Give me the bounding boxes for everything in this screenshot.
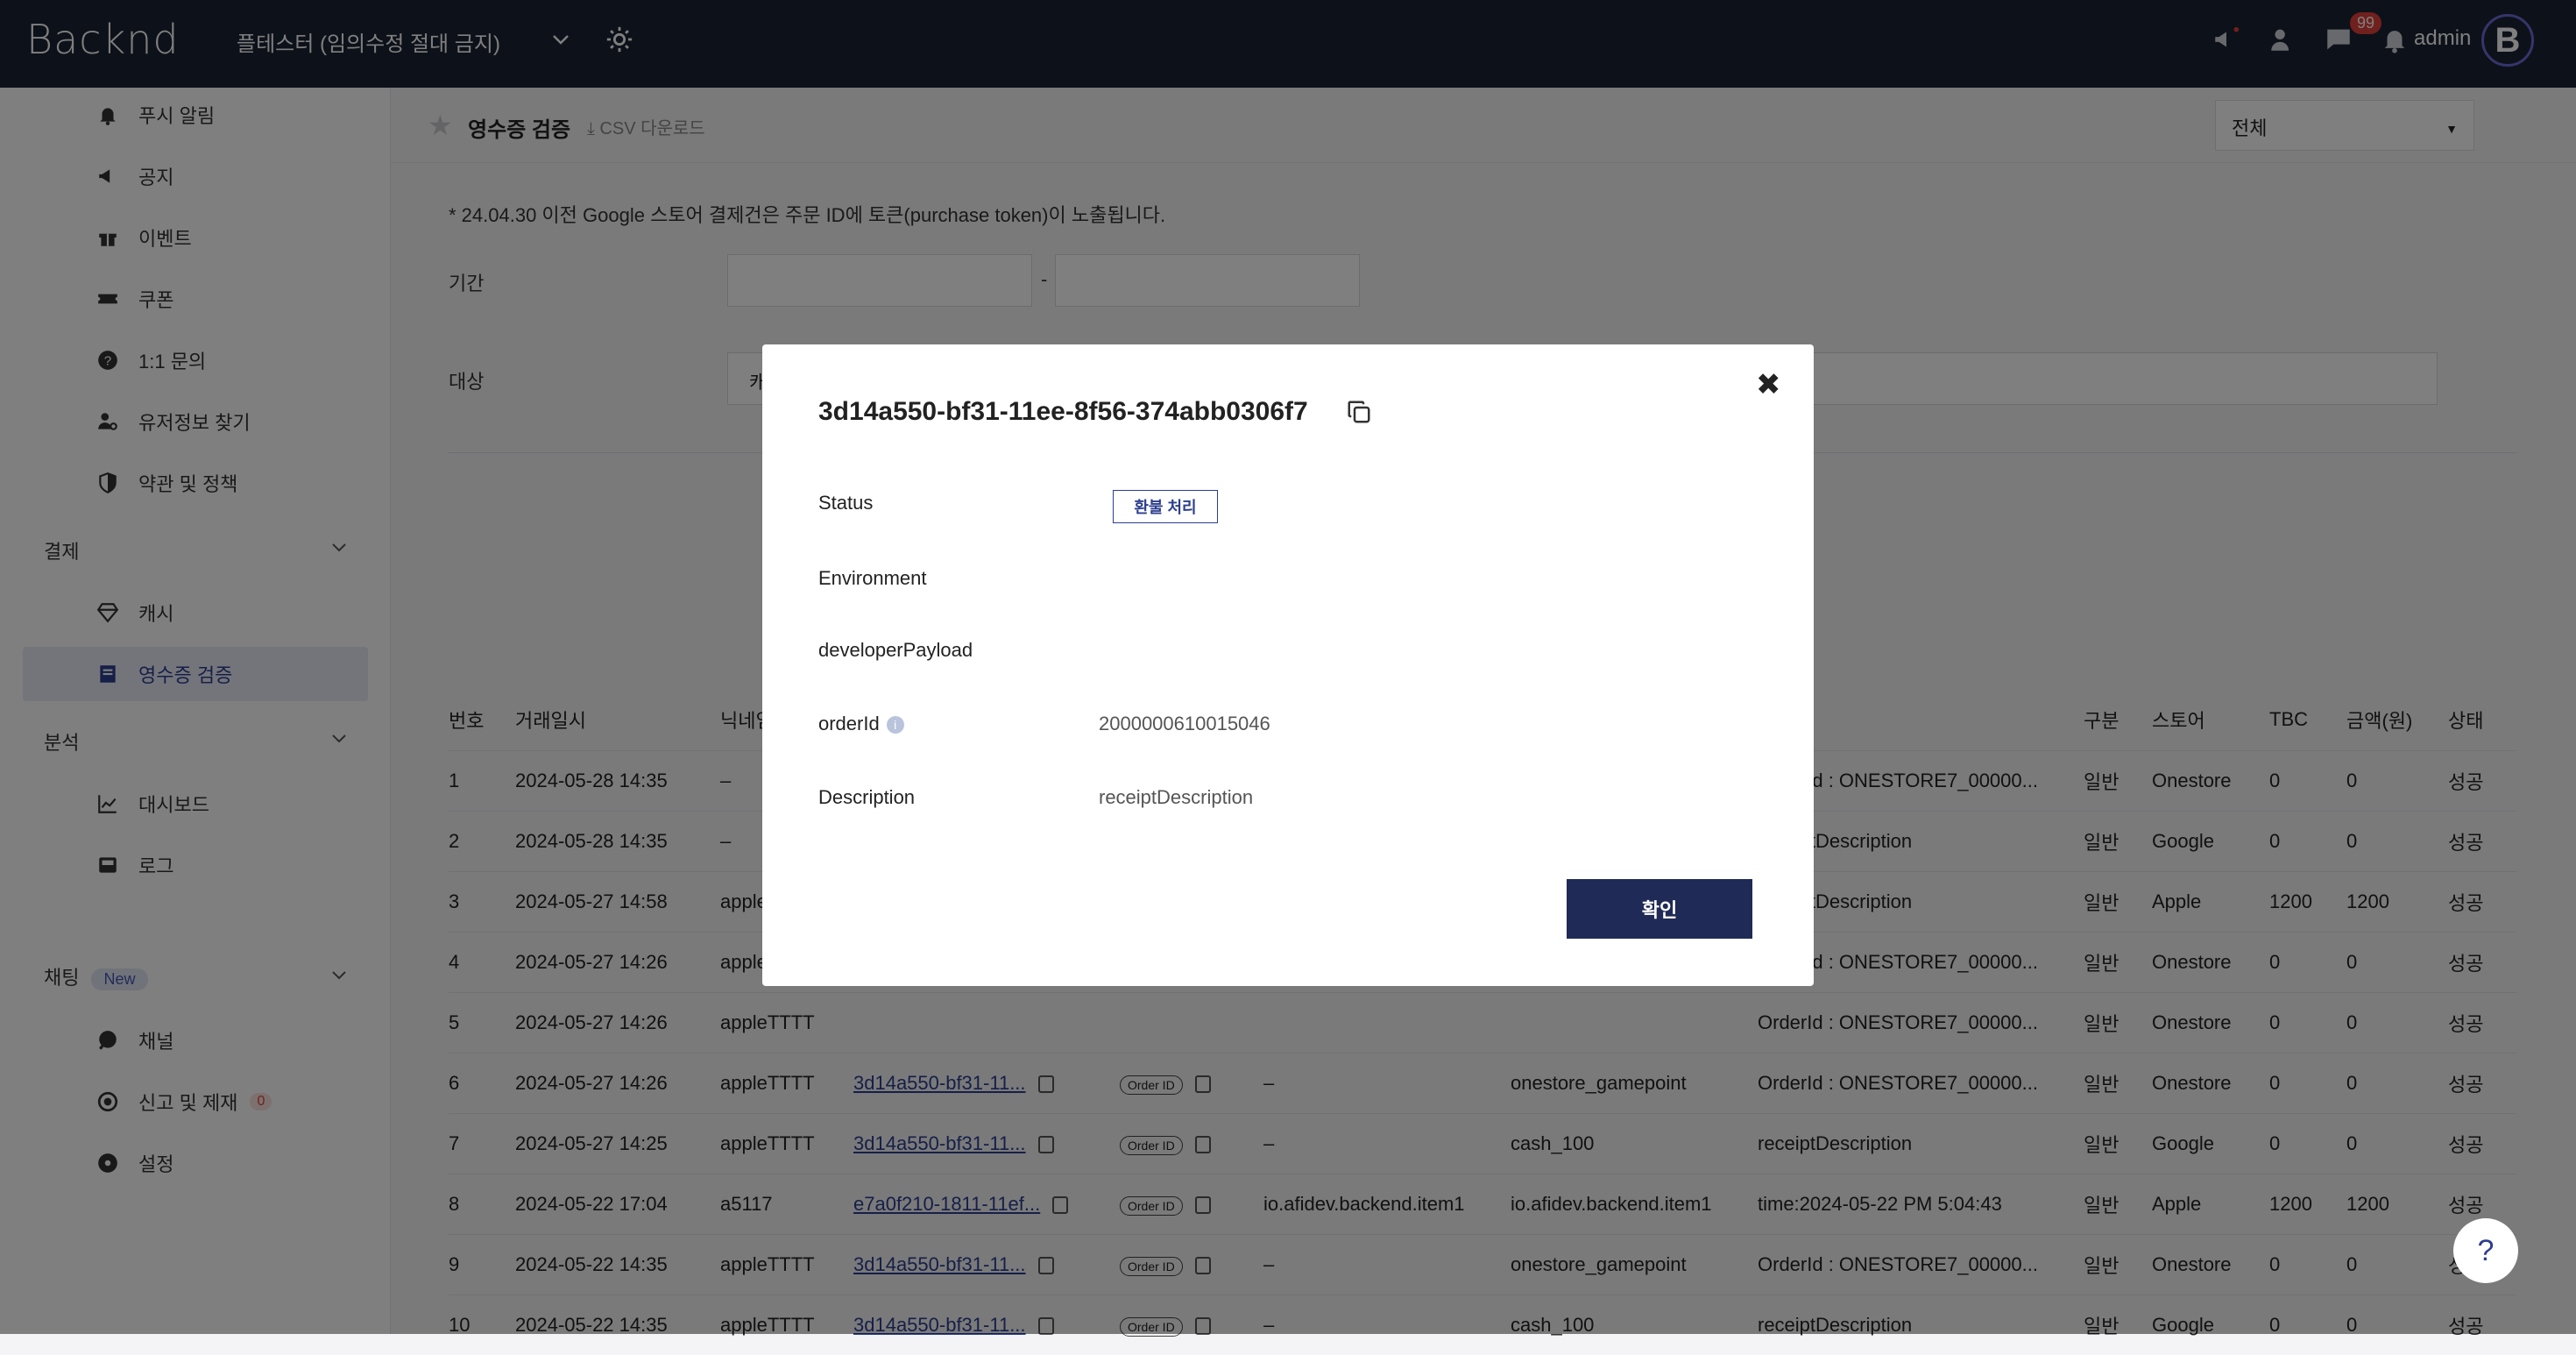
environment-label: Environment — [818, 567, 927, 589]
description-value: receiptDescription — [1099, 786, 1254, 808]
copy-icon[interactable] — [1346, 399, 1372, 425]
payload-label: developerPayload — [818, 639, 973, 661]
modal-title: 3d14a550-bf31-11ee-8f56-374abb0306f7 — [818, 397, 1308, 426]
receipt-detail-modal: 3d14a550-bf31-11ee-8f56-374abb0306f7 ✖ S… — [762, 344, 1814, 986]
orderid-label: orderId — [818, 713, 880, 734]
status-label: Status — [818, 492, 874, 514]
description-label: Description — [818, 786, 916, 808]
close-icon[interactable]: ✖ — [1756, 367, 1781, 402]
orderid-value: 2000000610015046 — [1099, 713, 1270, 734]
orderid-label-wrap: orderId i — [818, 713, 904, 735]
info-icon[interactable]: i — [886, 716, 904, 734]
help-button[interactable]: ? — [2453, 1218, 2518, 1283]
confirm-button[interactable]: 확인 — [1567, 879, 1752, 939]
refund-button[interactable]: 환불 처리 — [1113, 490, 1218, 523]
